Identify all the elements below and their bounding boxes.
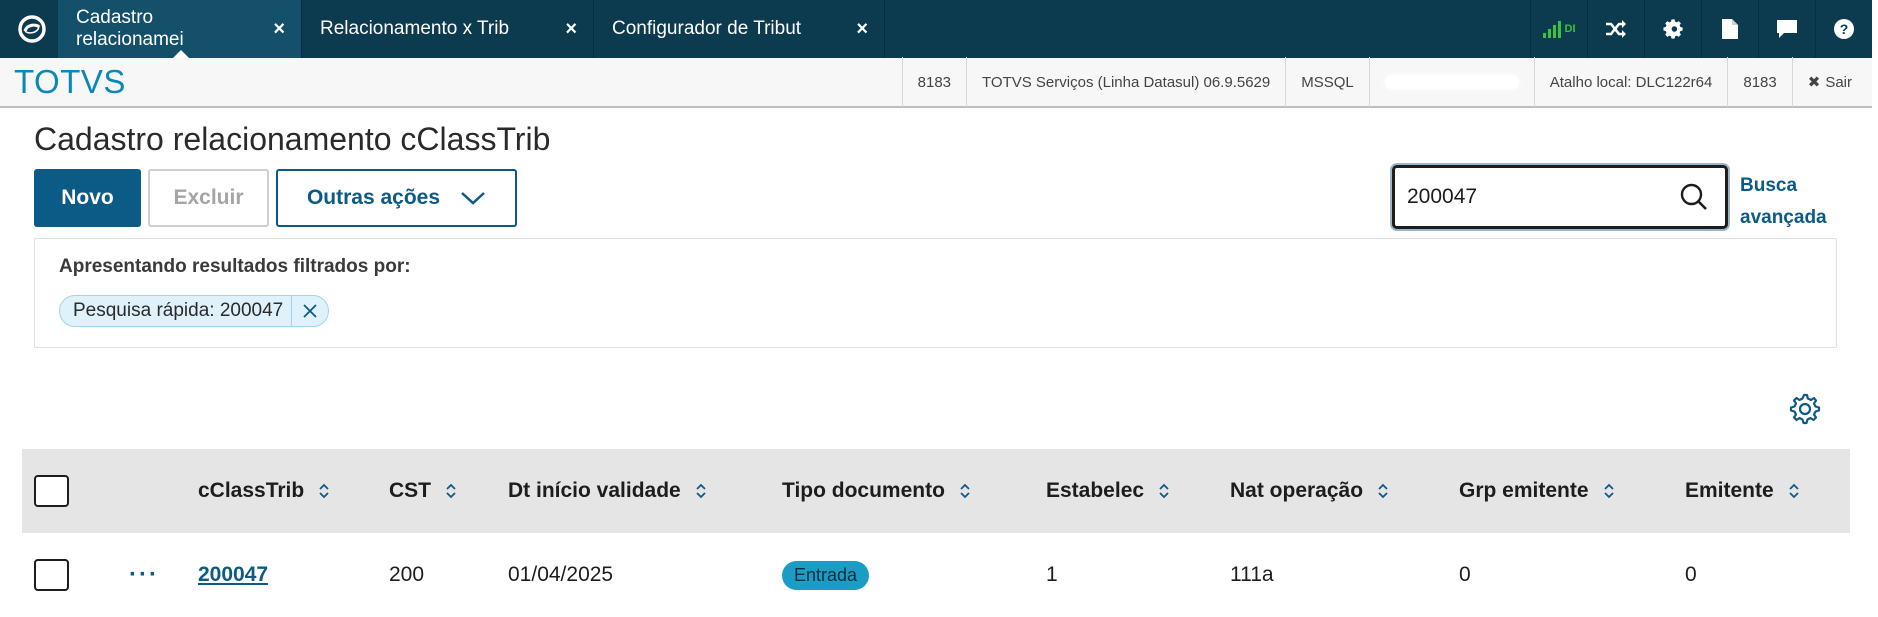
table-header: cClassTrib CST Dt início validade Tipo d… (22, 449, 1850, 533)
column-header-cst[interactable]: CST (389, 449, 457, 533)
filter-chip: Pesquisa rápida: 200047 (59, 295, 330, 327)
signal-icon (1542, 20, 1561, 38)
signal-label: DI (1564, 23, 1576, 35)
totvs-logo-icon[interactable] (6, 0, 58, 58)
column-header-emitente[interactable]: Emitente (1685, 449, 1800, 533)
help-button[interactable]: ? (1815, 0, 1872, 58)
cell-cclasstrib: 200047 (198, 533, 268, 617)
sort-icon (1158, 482, 1170, 500)
tab-configurador-tribut[interactable]: Configurador de Tribut × (594, 0, 885, 58)
cell-cst: 200 (389, 563, 425, 586)
column-header-estabelec[interactable]: Estabelec (1046, 449, 1170, 533)
cell-nat-operacao: 111a (1230, 563, 1274, 586)
table-row: ··· 200047 200 01/04/2025 Entrada 1 111a… (22, 533, 1850, 617)
tab-relacionamento-trib[interactable]: Relacionamento x Trib × (302, 0, 594, 58)
search-icon[interactable] (1679, 182, 1709, 212)
quick-search (1392, 165, 1728, 229)
signal-indicator[interactable]: DI (1530, 0, 1587, 58)
tab-bar-spacer (885, 0, 1530, 58)
svg-text:?: ? (1840, 21, 1849, 37)
column-label: cClassTrib (198, 479, 305, 502)
cell-estabelec: 1 (1046, 563, 1058, 586)
info-database: MSSQL (1285, 57, 1369, 107)
tab-label: Configurador de Tribut (612, 18, 802, 39)
sort-icon (445, 482, 457, 500)
status-badge: Entrada (782, 560, 870, 590)
tab-bar: Cadastro relacionamei × Relacionamento x… (0, 0, 1872, 59)
record-link[interactable]: 200047 (198, 563, 268, 587)
sort-icon (959, 482, 971, 500)
row-checkbox[interactable] (34, 533, 69, 617)
help-icon: ? (1834, 19, 1854, 39)
chat-icon (1777, 20, 1797, 38)
cell-emitente: 0 (1685, 563, 1697, 586)
new-button[interactable]: Novo (34, 169, 141, 227)
advanced-search-link[interactable]: Busca avançada (1740, 170, 1840, 234)
page-title: Cadastro relacionamento cClassTrib (34, 121, 551, 157)
sort-icon (1377, 482, 1389, 500)
filter-title: Apresentando resultados filtrados por: (59, 256, 411, 277)
column-label: CST (389, 479, 431, 502)
info-redacted (1368, 57, 1534, 107)
column-header-nat-operacao[interactable]: Nat operação (1230, 449, 1389, 533)
document-button[interactable] (1701, 0, 1758, 58)
tab-label: Cadastro relacionamei (76, 7, 184, 50)
checkbox-box (34, 559, 69, 591)
close-icon[interactable]: × (565, 18, 577, 41)
filter-panel: Apresentando resultados filtrados por: P… (34, 238, 1837, 348)
document-icon (1722, 19, 1738, 39)
redacted-blob (1384, 75, 1519, 89)
info-company-code: 8183 (901, 57, 966, 107)
cell-dt-inicio: 01/04/2025 (508, 563, 614, 586)
column-header-dt-inicio[interactable]: Dt início validade (508, 449, 707, 533)
sort-icon (318, 482, 330, 500)
column-label: Estabelec (1046, 479, 1145, 502)
chevron-down-icon (461, 192, 485, 205)
close-icon: ✖ (1807, 74, 1821, 91)
column-label: Emitente (1685, 479, 1774, 502)
sort-icon (1788, 482, 1800, 500)
column-header-tipo-documento[interactable]: Tipo documento (782, 449, 971, 533)
status-bar: TOTVS 8183 TOTVS Serviços (Linha Datasul… (0, 57, 1872, 108)
column-label: Dt início validade (508, 479, 681, 502)
cell-grp-emitente: 0 (1459, 563, 1471, 586)
gear-icon (1663, 19, 1683, 39)
tab-cadastro-relacionamento[interactable]: Cadastro relacionamei × (58, 0, 302, 59)
column-label: Nat operação (1230, 479, 1364, 502)
info-user-code: 8183 (1727, 57, 1791, 107)
info-product-version: TOTVS Serviços (Linha Datasul) 06.9.5629 (966, 57, 1285, 107)
chat-button[interactable] (1758, 0, 1815, 58)
close-icon[interactable]: × (856, 18, 868, 41)
sort-icon (695, 482, 707, 500)
more-actions-label: Outras ações (306, 186, 441, 209)
sort-icon (1603, 482, 1615, 500)
exit-button[interactable]: ✖ Sair (1791, 57, 1872, 107)
select-all-checkbox[interactable] (34, 449, 69, 533)
column-label: Tipo documento (782, 479, 945, 502)
exit-label: Sair (1825, 73, 1852, 91)
checkbox-box (34, 475, 69, 507)
info-local-shortcut: Atalho local: DLC122r64 (1533, 57, 1728, 107)
table-settings-button[interactable] (1789, 393, 1821, 430)
column-header-cclasstrib[interactable]: cClassTrib (198, 449, 330, 533)
column-header-grp-emitente[interactable]: Grp emitente (1459, 449, 1615, 533)
brand-logo: TOTVS (14, 63, 126, 100)
more-actions-button[interactable]: Outras ações (276, 169, 517, 227)
filter-chip-label: Pesquisa rápida: 200047 (60, 296, 293, 326)
row-actions-button[interactable]: ··· (129, 533, 159, 617)
column-label: Grp emitente (1459, 479, 1589, 502)
close-icon (303, 304, 317, 318)
cell-tipo-documento: Entrada (782, 533, 870, 617)
settings-button[interactable] (1644, 0, 1701, 58)
tab-label: Relacionamento x Trib (320, 18, 510, 39)
close-icon[interactable]: × (273, 18, 285, 41)
delete-button[interactable]: Excluir (148, 169, 269, 227)
shuffle-icon (1606, 20, 1626, 38)
shuffle-button[interactable] (1587, 0, 1644, 58)
gear-icon (1789, 393, 1821, 425)
remove-filter-button[interactable] (292, 303, 328, 319)
search-input[interactable] (1407, 185, 1647, 209)
